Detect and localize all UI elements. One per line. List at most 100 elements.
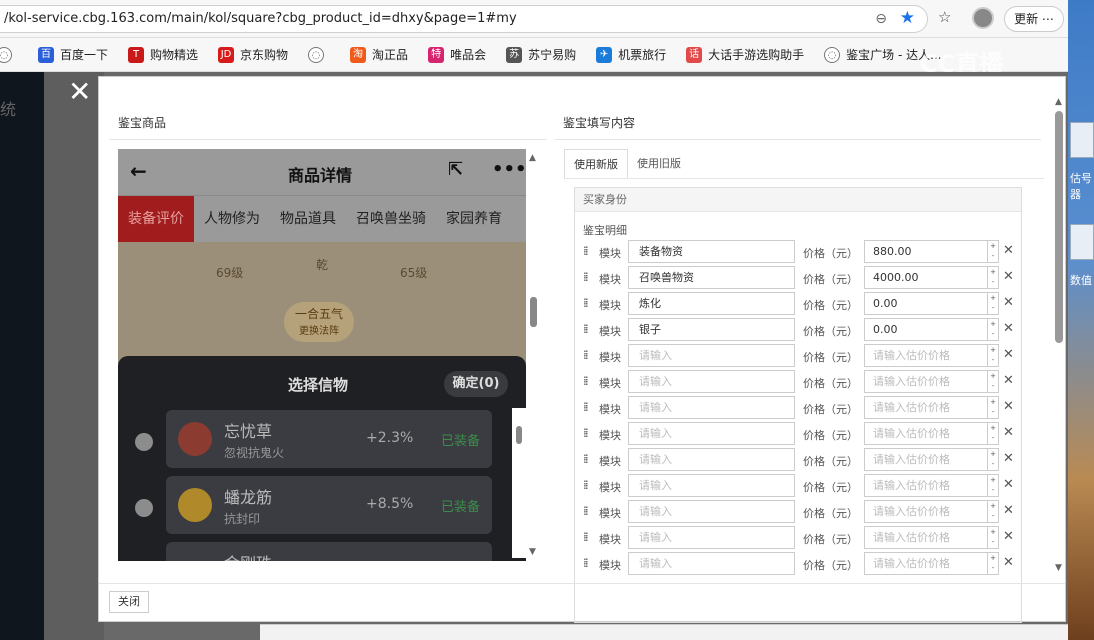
phone-tab[interactable]: 物品道具 xyxy=(270,196,346,242)
module-input[interactable]: 请输入 xyxy=(628,526,795,549)
module-input[interactable]: 请输入 xyxy=(628,500,795,523)
delete-icon[interactable]: ✕ xyxy=(1003,399,1014,414)
drag-handle-icon[interactable]: ⁞⁞ xyxy=(583,478,588,492)
price-stepper[interactable]: + - xyxy=(988,318,999,341)
close-icon[interactable]: ✕ xyxy=(68,78,91,106)
desktop-file-icon[interactable] xyxy=(1070,122,1094,158)
delete-icon[interactable]: ✕ xyxy=(1003,555,1014,570)
drag-handle-icon[interactable]: ⁞⁞ xyxy=(583,452,588,466)
price-stepper[interactable]: + - xyxy=(988,552,999,575)
price-input[interactable]: 请输入估价价格 xyxy=(864,396,988,419)
price-input[interactable]: 4000.00 xyxy=(864,266,988,289)
bookmark-item[interactable]: T 购物精选 xyxy=(128,46,198,63)
price-input[interactable]: 0.00 xyxy=(864,318,988,341)
tab-old-version[interactable]: 使用旧版 xyxy=(628,149,690,179)
price-input[interactable]: 请输入估价价格 xyxy=(864,552,988,575)
price-stepper[interactable]: + - xyxy=(988,396,999,419)
delete-icon[interactable]: ✕ xyxy=(1003,295,1014,310)
left-scrollbar[interactable]: ▲ ▼ xyxy=(527,149,541,561)
sheet-scrollbar[interactable] xyxy=(512,408,526,558)
price-input[interactable]: 请输入估价价格 xyxy=(864,474,988,497)
bookmark-item[interactable]: 话大话手游选购助手 xyxy=(686,46,804,63)
price-stepper[interactable]: + - xyxy=(988,292,999,315)
radio-button[interactable] xyxy=(135,433,153,451)
module-input[interactable]: 炼化 xyxy=(628,292,795,315)
delete-icon[interactable]: ✕ xyxy=(1003,503,1014,518)
drag-handle-icon[interactable]: ⁞⁞ xyxy=(583,296,588,310)
price-stepper[interactable]: + - xyxy=(988,422,999,445)
drag-handle-icon[interactable]: ⁞⁞ xyxy=(583,270,588,284)
url-field[interactable]: /kol-service.cbg.163.com/main/kol/square… xyxy=(0,5,928,33)
bookmark-item[interactable]: ✈ 机票旅行 xyxy=(596,46,666,63)
price-stepper[interactable]: + - xyxy=(988,526,999,549)
back-arrow-icon[interactable]: ← xyxy=(130,159,147,183)
phone-tab[interactable]: 家园养育 xyxy=(436,196,512,242)
delete-icon[interactable]: ✕ xyxy=(1003,477,1014,492)
radio-button[interactable] xyxy=(135,499,153,517)
price-stepper[interactable]: + - xyxy=(988,370,999,393)
delete-icon[interactable]: ✕ xyxy=(1003,321,1014,336)
phone-tab[interactable]: 人物修为 xyxy=(194,196,270,242)
price-input[interactable]: 请输入估价价格 xyxy=(864,448,988,471)
price-input[interactable]: 880.00 xyxy=(864,240,988,263)
phone-tab[interactable]: 装备评价 xyxy=(118,196,194,242)
price-input[interactable]: 请输入估价价格 xyxy=(864,526,988,549)
price-input[interactable]: 请输入估价价格 xyxy=(864,370,988,393)
bookmark-item[interactable]: 淘淘正品 xyxy=(350,46,408,63)
module-input[interactable]: 装备物资 xyxy=(628,240,795,263)
price-input[interactable]: 请输入估价价格 xyxy=(864,422,988,445)
price-stepper[interactable]: + - xyxy=(988,500,999,523)
delete-icon[interactable]: ✕ xyxy=(1003,243,1014,258)
token-item[interactable]: 蟠龙筋 抗封印 +8.5% 已装备 xyxy=(166,476,492,534)
module-input[interactable]: 请输入 xyxy=(628,552,795,575)
price-input[interactable]: 请输入估价价格 xyxy=(864,344,988,367)
drag-handle-icon[interactable]: ⁞⁞ xyxy=(583,426,588,440)
price-stepper[interactable]: + - xyxy=(988,240,999,263)
delete-icon[interactable]: ✕ xyxy=(1003,451,1014,466)
drag-handle-icon[interactable]: ⁞⁞ xyxy=(583,244,588,258)
delete-icon[interactable]: ✕ xyxy=(1003,425,1014,440)
profile-avatar[interactable] xyxy=(972,7,994,29)
bookmark-star-icon[interactable]: ★ xyxy=(900,6,915,31)
price-stepper[interactable]: + - xyxy=(988,266,999,289)
price-stepper[interactable]: + - xyxy=(988,474,999,497)
favorites-icon[interactable]: ☆ xyxy=(938,8,951,26)
module-input[interactable]: 请输入 xyxy=(628,344,795,367)
drag-handle-icon[interactable]: ⁞⁞ xyxy=(583,504,588,518)
drag-handle-icon[interactable]: ⁞⁞ xyxy=(583,556,588,570)
desktop-file-icon[interactable] xyxy=(1070,224,1094,260)
close-button[interactable]: 关闭 xyxy=(109,591,149,613)
module-input[interactable]: 银子 xyxy=(628,318,795,341)
price-input[interactable]: 0.00 xyxy=(864,292,988,315)
module-input[interactable]: 请输入 xyxy=(628,448,795,471)
more-icon[interactable]: ••• xyxy=(492,159,526,180)
update-button[interactable]: 更新 ⋯ xyxy=(1004,6,1064,32)
zoom-icon[interactable]: ⊖ xyxy=(875,6,887,32)
price-input[interactable]: 请输入估价价格 xyxy=(864,500,988,523)
right-scrollbar[interactable]: ▲ ▼ xyxy=(1053,95,1065,577)
bookmark-item[interactable]: 百百度一下 xyxy=(38,46,108,63)
phone-tab[interactable]: 召唤兽坐骑 xyxy=(346,196,436,242)
bookmark-item[interactable]: 苏苏宁易购 xyxy=(506,46,576,63)
drag-handle-icon[interactable]: ⁞⁞ xyxy=(583,348,588,362)
bookmark-globe[interactable]: ◌ xyxy=(308,46,330,63)
token-item[interactable]: 忘忧草 忽视抗鬼火 +2.3% 已装备 xyxy=(166,410,492,468)
bookmark-item[interactable]: 特唯品会 xyxy=(428,46,486,63)
drag-handle-icon[interactable]: ⁞⁞ xyxy=(583,530,588,544)
drag-handle-icon[interactable]: ⁞⁞ xyxy=(583,322,588,336)
bookmark-globe[interactable]: ◌ xyxy=(0,46,18,63)
delete-icon[interactable]: ✕ xyxy=(1003,347,1014,362)
share-icon[interactable]: ⇱ xyxy=(448,159,463,180)
price-stepper[interactable]: + - xyxy=(988,448,999,471)
delete-icon[interactable]: ✕ xyxy=(1003,373,1014,388)
tab-new-version[interactable]: 使用新版 xyxy=(564,149,628,179)
price-stepper[interactable]: + - xyxy=(988,344,999,367)
token-item[interactable]: 金刚珠 xyxy=(166,542,492,561)
module-input[interactable]: 请输入 xyxy=(628,370,795,393)
module-input[interactable]: 请输入 xyxy=(628,396,795,419)
bookmark-item[interactable]: JD 京东购物 xyxy=(218,46,288,63)
delete-icon[interactable]: ✕ xyxy=(1003,529,1014,544)
module-input[interactable]: 召唤兽物资 xyxy=(628,266,795,289)
drag-handle-icon[interactable]: ⁞⁞ xyxy=(583,400,588,414)
module-input[interactable]: 请输入 xyxy=(628,422,795,445)
